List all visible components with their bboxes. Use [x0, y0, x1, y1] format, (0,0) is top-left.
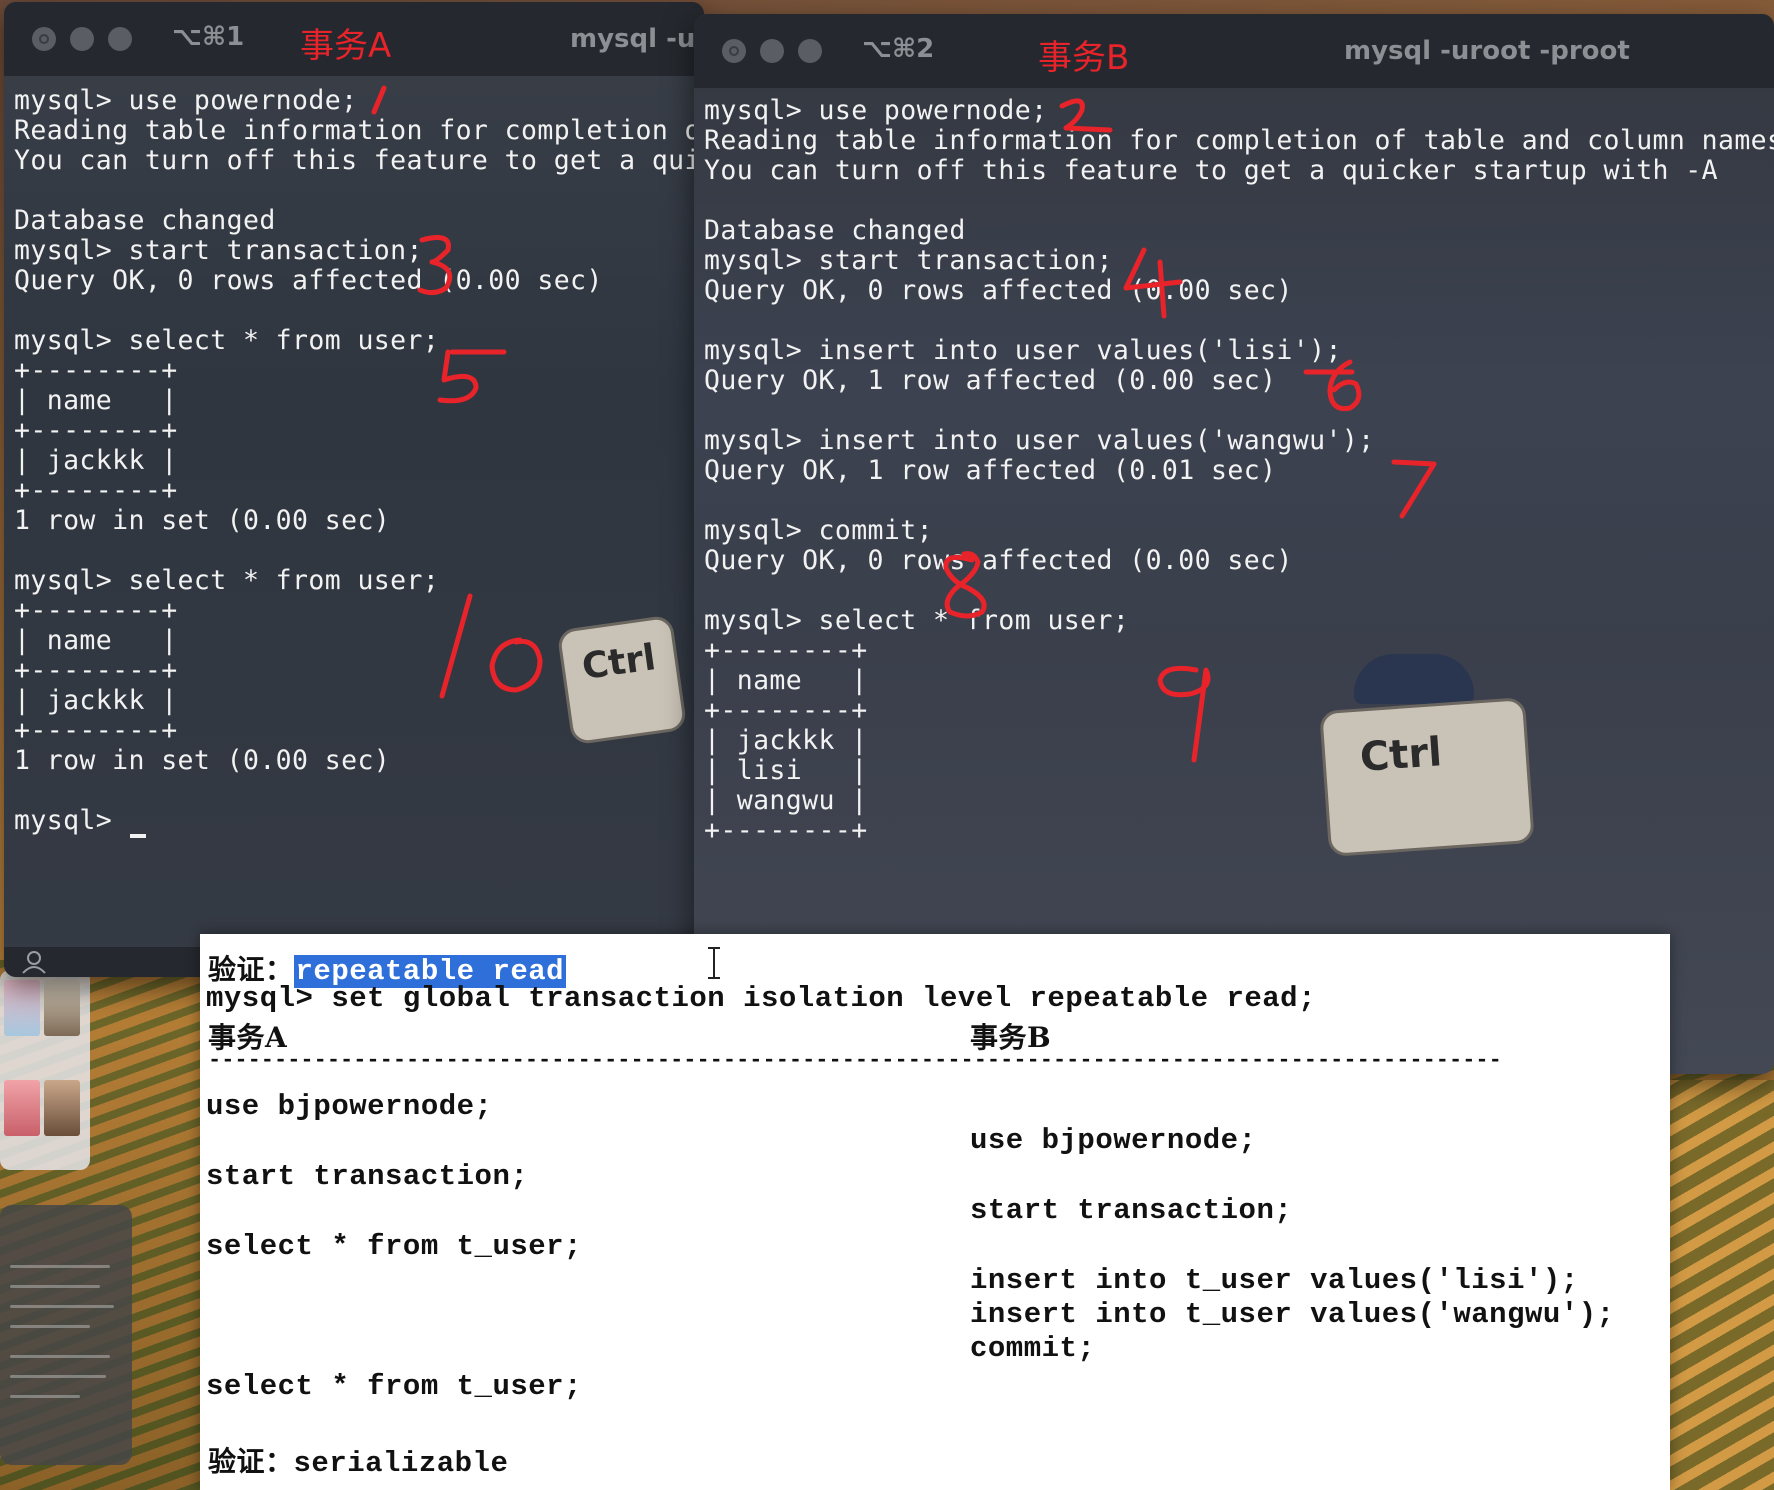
photo-thumbnail[interactable] [4, 980, 40, 1036]
terminal-line: mysql> select * from user; [14, 325, 440, 356]
terminal-line: mysql> select * from user; [14, 565, 440, 596]
terminal-a-titlebar[interactable]: ⌥⌘1 事务A mysql -uroot -proot [4, 2, 704, 76]
terminal-line: mysql> [14, 804, 147, 838]
terminal-line: Query OK, 0 rows affected (0.00 sec) [14, 265, 603, 296]
photo-widget[interactable] [0, 970, 90, 1170]
terminal-line: | name | [14, 385, 178, 416]
terminal-line: +--------+ [14, 715, 178, 746]
close-button[interactable] [722, 39, 746, 63]
terminal-line: | jackkk | [14, 445, 178, 476]
terminal-line: +--------+ [14, 475, 178, 506]
zoom-button[interactable] [108, 27, 132, 51]
transaction-b-label: 事务B [1038, 38, 1130, 78]
terminal-line: Database changed [704, 215, 966, 246]
terminal-line: Query OK, 1 row affected (0.00 sec) [704, 365, 1277, 396]
reference-document[interactable]: 验证：repeatable read mysql> set global tra… [200, 934, 1670, 1490]
terminal-line: Query OK, 0 rows affected (0.00 sec) [704, 275, 1293, 306]
terminal-line: | name | [704, 665, 868, 696]
photo-thumbnail[interactable] [4, 1080, 40, 1136]
terminal-b-titlebar[interactable]: ⌥⌘2 事务B mysql -uroot -proot [694, 14, 1774, 88]
terminal-line: +--------+ [14, 595, 178, 626]
terminal-line: +--------+ [704, 695, 868, 726]
terminal-line: +--------+ [14, 355, 178, 386]
terminal-line: mysql> select * from user; [704, 605, 1130, 636]
terminal-line: mysql> start transaction; [704, 245, 1113, 276]
window-title: mysql -uroot -proot [570, 24, 704, 54]
photo-thumbnail[interactable] [44, 1080, 80, 1136]
terminal-line: 1 row in set (0.00 sec) [14, 745, 391, 776]
step-b-use: use bjpowernode; [970, 1124, 1257, 1157]
terminal-line: mysql> commit; [704, 515, 933, 546]
terminal-line: | jackkk | [704, 725, 868, 756]
step-a-start: start transaction; [206, 1160, 529, 1193]
divider-line: ----------------------------------------… [208, 1048, 1502, 1073]
terminal-line: Query OK, 1 row affected (0.01 sec) [704, 455, 1277, 486]
terminal-cursor [130, 834, 147, 838]
terminal-line: | wangwu | [704, 785, 868, 816]
terminal-window-b[interactable]: ⌥⌘2 事务B mysql -uroot -proot mysql> use p… [694, 14, 1774, 1074]
terminal-line: mysql> use powernode; [14, 85, 358, 116]
tab-shortcut-label: ⌥⌘1 [172, 22, 245, 52]
terminal-line: mysql> insert into user values('wangwu')… [704, 425, 1375, 456]
terminal-line: | lisi | [704, 755, 868, 786]
background-window[interactable] [0, 1205, 132, 1465]
terminal-line: Query OK, 0 rows affected (0.00 sec) [704, 545, 1293, 576]
photo-thumbnail[interactable] [44, 980, 80, 1036]
terminal-line: You can turn off this feature to get a q… [704, 155, 1718, 186]
set-isolation-command: mysql> set global transaction isolation … [206, 982, 1316, 1015]
terminal-line: | jackkk | [14, 685, 178, 716]
terminal-line: mysql> use powernode; [704, 95, 1048, 126]
terminal-line: mysql> start transaction; [14, 235, 423, 266]
window-title: mysql -uroot -proot [1344, 36, 1630, 66]
desktop-wallpaper-right [1660, 1080, 1774, 1490]
minimize-button[interactable] [760, 39, 784, 63]
transaction-a-label: 事务A [300, 26, 392, 66]
terminal-line: +--------+ [704, 815, 868, 846]
terminal-line: +--------+ [704, 635, 868, 666]
step-b-commit: commit; [970, 1332, 1096, 1365]
terminal-line: +--------+ [14, 415, 178, 446]
step-b-insert-lisi: insert into t_user values('lisi'); [970, 1264, 1579, 1297]
tab-shortcut-label: ⌥⌘2 [862, 34, 935, 64]
verify-serializable: 验证：serializable [208, 1445, 509, 1480]
terminal-line: mysql> insert into user values('lisi'); [704, 335, 1342, 366]
step-a-use: use bjpowernode; [206, 1090, 493, 1123]
step-a-select-again: select * from t_user; [206, 1370, 582, 1403]
close-button[interactable] [32, 27, 56, 51]
terminal-line: Reading table information for completion… [704, 125, 1774, 156]
terminal-line: | name | [14, 625, 178, 656]
user-icon [22, 951, 46, 974]
text-cursor-icon [708, 947, 720, 979]
step-a-select: select * from t_user; [206, 1230, 582, 1263]
minimize-button[interactable] [70, 27, 94, 51]
terminal-line: You can turn off this feature to get a q… [14, 145, 704, 176]
terminal-line: Database changed [14, 205, 276, 236]
step-b-insert-wangwu: insert into t_user values('wangwu'); [970, 1298, 1615, 1331]
zoom-button[interactable] [798, 39, 822, 63]
step-b-start: start transaction; [970, 1194, 1293, 1227]
terminal-line: Reading table information for completion… [14, 115, 704, 146]
terminal-line: 1 row in set (0.00 sec) [14, 505, 391, 536]
terminal-window-a[interactable]: ⌥⌘1 事务A mysql -uroot -proot mysql> use p… [4, 2, 704, 977]
terminal-line: +--------+ [14, 655, 178, 686]
